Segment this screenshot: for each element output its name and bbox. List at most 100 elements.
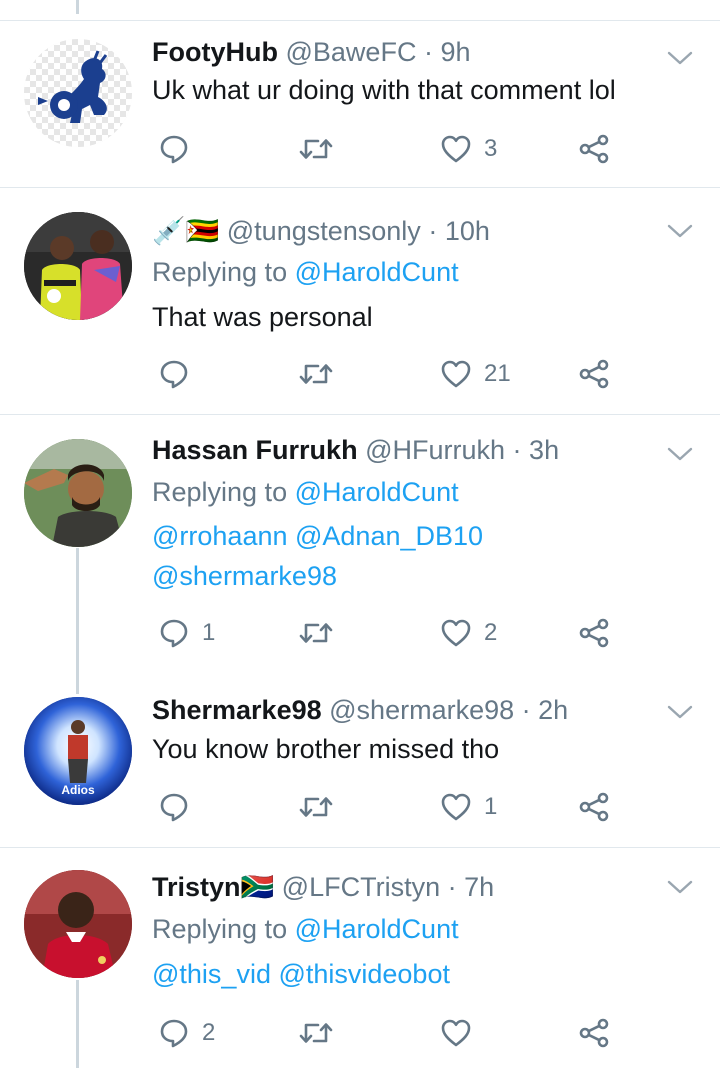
reply-icon [158, 791, 190, 823]
handle[interactable]: @HFurrukh [365, 435, 505, 465]
display-name[interactable]: Tristyn🇿🇦 [152, 872, 274, 902]
chevron-down-icon[interactable] [666, 222, 694, 240]
reply-icon [158, 133, 190, 165]
share-button[interactable] [578, 129, 610, 169]
retweet-icon [298, 617, 334, 649]
heart-icon [440, 1017, 472, 1049]
replying-to-line: Replying to @HaroldCunt [152, 255, 459, 289]
retweet-icon [298, 791, 334, 823]
retweet-button[interactable] [298, 787, 346, 827]
flag-emoji: 🇿🇦 [240, 872, 275, 902]
avatar-caption: Adios [61, 783, 95, 797]
display-name[interactable]: Hassan Furrukh [152, 435, 358, 465]
tweet-actions: 21 [152, 354, 632, 394]
timestamp[interactable]: 7h [464, 872, 494, 902]
like-button[interactable]: 2 [440, 613, 497, 653]
share-icon [578, 617, 610, 649]
chevron-down-icon[interactable] [666, 703, 694, 721]
replying-to-link[interactable]: @HaroldCunt [295, 914, 459, 944]
timestamp[interactable]: 2h [538, 695, 568, 725]
handle[interactable]: @LFCTristyn [282, 872, 440, 902]
tweet-actions: 1 2 [152, 613, 632, 653]
like-button[interactable]: 1 [440, 787, 497, 827]
chevron-down-icon[interactable] [666, 878, 694, 896]
share-icon [578, 358, 610, 390]
display-name[interactable]: Shermarke98 [152, 695, 322, 725]
handle[interactable]: @tungstensonly [227, 216, 421, 246]
retweet-button[interactable] [298, 354, 346, 394]
reply-count: 1 [202, 619, 216, 646]
share-icon [578, 791, 610, 823]
man-saluting-photo-icon [24, 439, 132, 547]
handle[interactable]: @BaweFC [286, 37, 417, 67]
avatar[interactable] [24, 39, 132, 147]
like-count: 21 [484, 360, 511, 387]
reply-icon [158, 617, 190, 649]
mentions-line[interactable]: @shermarke98 [152, 559, 337, 593]
tweet-header: FootyHub @BaweFC · 9h [152, 35, 471, 69]
share-button[interactable] [578, 787, 610, 827]
separator: · [447, 872, 457, 902]
mentions-line[interactable]: @this_vid @thisvideobot [152, 957, 450, 991]
like-count: 3 [484, 135, 498, 162]
replying-to-line: Replying to @HaroldCunt [152, 912, 459, 946]
tweet-header: Shermarke98 @shermarke98 · 2h [152, 693, 568, 727]
share-button[interactable] [578, 613, 610, 653]
tweet-text: You know brother missed tho [152, 734, 500, 764]
thread-line-top [76, 0, 79, 14]
heart-icon [440, 791, 472, 823]
timestamp[interactable]: 9h [440, 37, 470, 67]
tweet-text: That was personal [152, 302, 373, 332]
avatar[interactable]: Adios [24, 697, 132, 805]
replying-to-label: Replying to [152, 257, 288, 287]
avatar[interactable] [24, 439, 132, 547]
avatar[interactable] [24, 870, 132, 978]
tweet-header: Hassan Furrukh @HFurrukh · 3h [152, 433, 559, 467]
display-name[interactable]: FootyHub [152, 37, 278, 67]
tweet-actions: 3 [152, 129, 632, 169]
retweet-icon [298, 1017, 334, 1049]
retweet-button[interactable] [298, 129, 346, 169]
like-button[interactable] [440, 1013, 484, 1053]
reply-button[interactable]: 1 [158, 613, 215, 653]
retweet-icon [298, 133, 334, 165]
tweet-header: Tristyn🇿🇦 @LFCTristyn · 7h [152, 870, 494, 904]
chevron-down-icon[interactable] [666, 49, 694, 67]
share-icon [578, 133, 610, 165]
tweet-actions: 2 [152, 1013, 632, 1053]
reply-button[interactable]: 2 [158, 1013, 215, 1053]
tweet-card[interactable]: Tristyn🇿🇦 @LFCTristyn · 7h Replying to @… [0, 848, 720, 1068]
display-name-emoji[interactable]: 💉🇿🇼 [152, 216, 219, 246]
retweet-button[interactable] [298, 1013, 346, 1053]
timestamp[interactable]: 3h [529, 435, 559, 465]
separator: · [512, 435, 522, 465]
tweet-card[interactable]: FootyHub @BaweFC · 9h Uk what ur doing w… [0, 21, 720, 187]
reply-icon [158, 358, 190, 390]
handle[interactable]: @shermarke98 [329, 695, 514, 725]
mentions-line[interactable]: @rrohaann @Adnan_DB10 [152, 519, 483, 553]
reply-button[interactable] [158, 129, 202, 169]
liverpool-player-photo-icon [24, 870, 132, 978]
tweet-card[interactable]: Hassan Furrukh @HFurrukh · 3h Replying t… [0, 415, 720, 675]
timestamp[interactable]: 10h [445, 216, 490, 246]
chelsea-lion-crest-icon [24, 39, 132, 147]
replying-to-link[interactable]: @HaroldCunt [295, 477, 459, 507]
reply-icon [158, 1017, 190, 1049]
tweet-card[interactable]: Adios Shermarke98 @shermarke98 · 2h You … [0, 675, 720, 847]
like-button[interactable]: 3 [440, 129, 497, 169]
like-button[interactable]: 21 [440, 354, 511, 394]
replying-to-link[interactable]: @HaroldCunt [295, 257, 459, 287]
separator: · [428, 216, 438, 246]
footballers-photo-icon [24, 212, 132, 320]
reply-count: 2 [202, 1019, 216, 1046]
separator: · [521, 695, 531, 725]
share-button[interactable] [578, 1013, 610, 1053]
retweet-button[interactable] [298, 613, 346, 653]
tweet-card[interactable]: 💉🇿🇼 @tungstensonly · 10h Replying to @Ha… [0, 188, 720, 414]
reply-button[interactable] [158, 787, 202, 827]
avatar[interactable] [24, 212, 132, 320]
chevron-down-icon[interactable] [666, 445, 694, 463]
share-button[interactable] [578, 354, 610, 394]
reply-button[interactable] [158, 354, 202, 394]
separator: · [423, 37, 433, 67]
